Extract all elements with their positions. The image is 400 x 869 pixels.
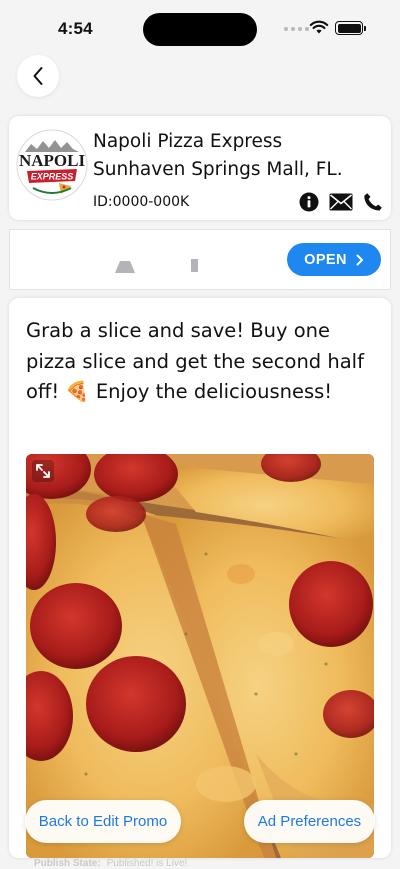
ad-graphic: [115, 261, 135, 273]
cellular-signal-icon: [284, 27, 309, 31]
logo-text-top: NAPOLI: [19, 151, 86, 170]
logo-text-bottom: EXPRESS: [31, 172, 74, 182]
expand-icon[interactable]: [32, 460, 54, 482]
business-location: Sunhaven Springs Mall, FL.: [93, 159, 343, 180]
info-icon[interactable]: [299, 192, 319, 212]
back-to-edit-promo-button[interactable]: Back to Edit Promo: [25, 800, 181, 843]
wifi-icon: [309, 20, 329, 34]
battery-icon: [335, 21, 366, 35]
publish-state: Publish State: Published! is Live!: [34, 858, 187, 869]
phone-icon[interactable]: [363, 192, 383, 212]
ad-graphic-bar: [191, 259, 198, 272]
promo-text: Grab a slice and save! Buy one pizza sli…: [26, 319, 364, 403]
ad-open-button[interactable]: OPEN: [287, 243, 381, 276]
status-bar: 4:54: [0, 0, 400, 56]
ad-banner[interactable]: OPEN: [9, 229, 391, 290]
business-name: Napoli Pizza Express: [93, 131, 283, 152]
publish-state-value: Published! is Live!: [106, 858, 188, 869]
contact-actions: [299, 192, 383, 212]
business-logo: NAPOLI EXPRESS: [16, 129, 88, 201]
publish-state-label: Publish State:: [34, 858, 101, 869]
promo-image[interactable]: [26, 454, 374, 858]
status-time: 4:54: [58, 19, 93, 38]
promo-card: Grab a slice and save! Buy one pizza sli…: [9, 298, 391, 858]
dynamic-island: [143, 13, 257, 46]
back-button[interactable]: [17, 55, 59, 97]
ad-open-label: OPEN: [304, 251, 347, 268]
business-id: ID:0000-000K: [93, 194, 190, 210]
ad-preferences-button[interactable]: Ad Preferences: [244, 800, 375, 843]
chevron-right-icon: [356, 254, 363, 265]
chevron-left-icon: [33, 67, 43, 85]
pizza-photo: [26, 454, 374, 858]
business-header-card: NAPOLI EXPRESS Napoli Pizza Express Sunh…: [9, 116, 391, 220]
mail-icon[interactable]: [329, 193, 353, 211]
